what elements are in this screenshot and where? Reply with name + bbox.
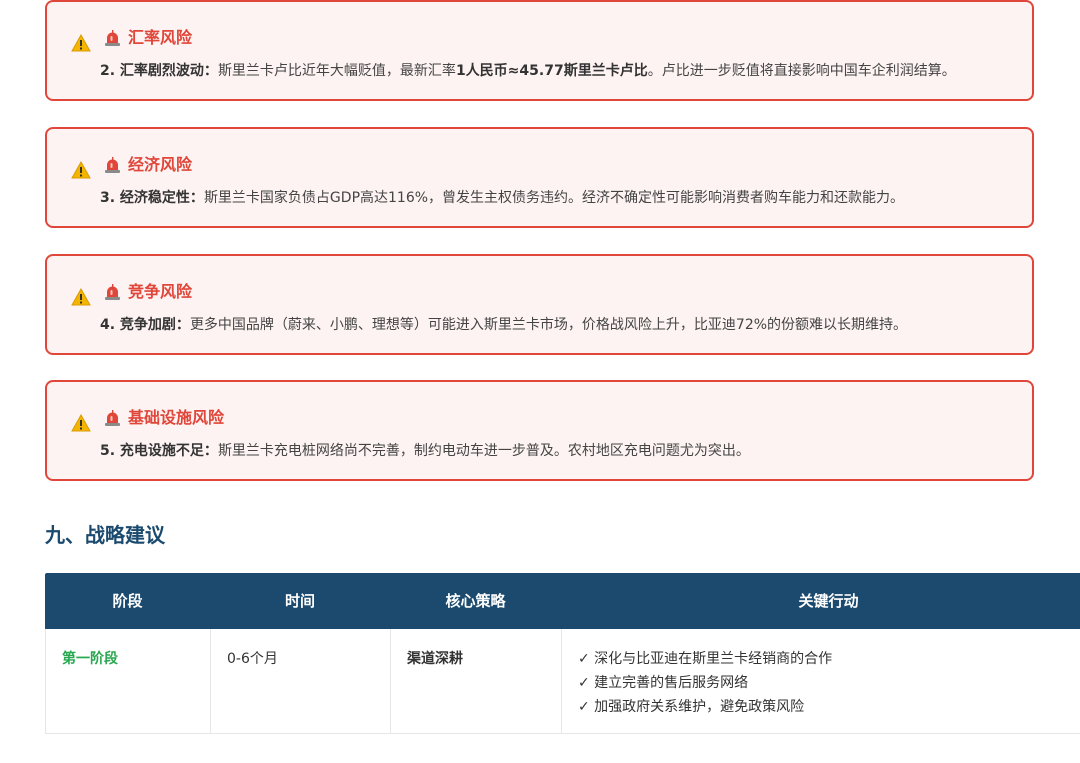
risk-description: 2. 汇率剧烈波动：斯里兰卡卢比近年大幅贬值，最新汇率1人民币≈45.77斯里兰… (100, 60, 956, 82)
risk-description: 5. 充电设施不足：斯里兰卡充电桩网络尚不完善，制约电动车进一步普及。农村地区充… (100, 440, 750, 462)
risk-label: 2. 汇率剧烈波动： (100, 63, 218, 79)
risk-title: 竞争风险 (128, 282, 193, 301)
core-strategy-cell: 渠道深耕 (391, 629, 562, 733)
risk-card-economic: 经济风险 3. 经济稳定性：斯里兰卡国家负债占GDP高达116%，曾发生主权债务… (45, 127, 1034, 228)
risk-card-competition: 竞争风险 4. 竞争加剧：更多中国品牌（蔚来、小鹏、理想等）可能进入斯里兰卡市场… (45, 254, 1034, 355)
warning-icon (71, 161, 91, 179)
warning-icon (71, 34, 91, 52)
column-header-time: 时间 (284, 592, 315, 610)
warning-icon (71, 288, 91, 306)
column-header-stage: 阶段 (112, 592, 143, 610)
risk-title: 汇率风险 (128, 28, 193, 47)
action-item: ✓ 加强政府关系维护，避免政策风险 (578, 699, 805, 715)
risk-description: 4. 竞争加剧：更多中国品牌（蔚来、小鹏、理想等）可能进入斯里兰卡市场，价格战风… (100, 314, 907, 336)
risk-label: 3. 经济稳定性： (100, 190, 204, 206)
risk-text-part: 更多中国品牌（蔚来、小鹏、理想等）可能进入斯里兰卡市场，价格战风险上升，比亚迪7… (189, 317, 908, 333)
column-header-core-strategy: 核心策略 (445, 592, 506, 610)
section-title: 九、战略建议 (45, 523, 165, 547)
column-header-key-actions: 关键行动 (798, 592, 859, 610)
key-actions-cell: ✓ 深化与比亚迪在斯里兰卡经销商的合作 ✓ 建立完善的售后服务网络 ✓ 加强政府… (562, 629, 1080, 733)
risk-label: 4. 竞争加剧： (100, 317, 190, 333)
stage-cell: 第一阶段 (46, 629, 211, 733)
action-item: ✓ 深化与比亚迪在斯里兰卡经销商的合作 (578, 651, 833, 667)
risk-label: 5. 充电设施不足： (100, 443, 218, 459)
time-cell: 0-6个月 (211, 629, 391, 733)
table-header-row: 阶段 时间 核心策略 关键行动 (45, 573, 1080, 629)
siren-icon (105, 157, 120, 173)
risk-text-part: 斯里兰卡充电桩网络尚不完善，制约电动车进一步普及。农村地区充电问题尤为突出。 (217, 443, 750, 459)
risk-card-exchange: 汇率风险 2. 汇率剧烈波动：斯里兰卡卢比近年大幅贬值，最新汇率1人民币≈45.… (45, 0, 1034, 101)
risk-title: 基础设施风险 (128, 408, 225, 427)
siren-icon (105, 30, 120, 46)
warning-icon (71, 414, 91, 432)
risk-card-infrastructure: 基础设施风险 5. 充电设施不足：斯里兰卡充电桩网络尚不完善，制约电动车进一步普… (45, 380, 1034, 481)
table-row: 第一阶段 0-6个月 渠道深耕 ✓ 深化与比亚迪在斯里兰卡经销商的合作 ✓ 建立… (45, 629, 1080, 734)
risk-text-part: 斯里兰卡国家负债占GDP高达116%，曾发生主权债务违约。经济不确定性可能影响消… (203, 190, 905, 206)
risk-text-part: 。卢比进一步贬值将直接影响中国车企利润结算。 (647, 63, 956, 79)
exchange-rate-value: 1人民币≈45.77斯里兰卡卢比 (455, 63, 648, 79)
strategy-table: 阶段 时间 核心策略 关键行动 第一阶段 0-6个月 渠道深耕 ✓ 深化与比亚迪… (45, 573, 1080, 734)
risk-description: 3. 经济稳定性：斯里兰卡国家负债占GDP高达116%，曾发生主权债务违约。经济… (100, 187, 904, 209)
risk-title: 经济风险 (128, 155, 193, 174)
siren-icon (105, 284, 120, 300)
siren-icon (105, 410, 120, 426)
risk-text-part: 斯里兰卡卢比近年大幅贬值，最新汇率 (217, 63, 456, 79)
action-item: ✓ 建立完善的售后服务网络 (578, 675, 749, 691)
